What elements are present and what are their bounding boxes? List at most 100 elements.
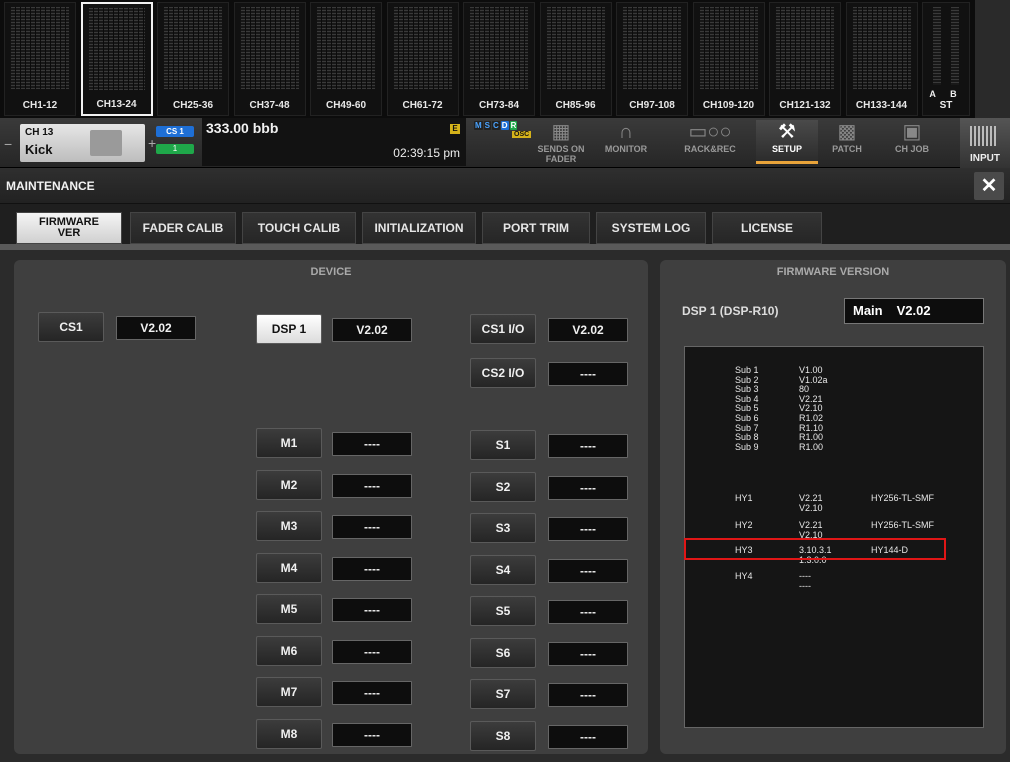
bank-label: CH85-96 [555, 100, 596, 111]
input-button[interactable]: INPUT [960, 118, 1010, 168]
sub-name: Sub 2 [735, 374, 759, 385]
monitor-button[interactable]: ∩ MONITOR [596, 120, 656, 164]
channel-bank-strip: CH1-12 CH13-24 CH25-36 CH37-48 CH49-60 CH61-7… [0, 0, 1010, 118]
user-badge: 1 [156, 144, 194, 154]
bank-ch37-48[interactable]: CH37-48 [233, 2, 306, 116]
scene-display[interactable]: 333.00 bbb E 02:39:15 pm [202, 118, 466, 166]
bank-ch73-84[interactable]: CH73-84 [463, 2, 535, 116]
sub-name: Sub 5 [735, 403, 759, 414]
tab-label: TOUCH CALIB [257, 221, 341, 235]
sub-version: 80 [799, 384, 810, 395]
m1-button[interactable]: M1 [256, 428, 322, 458]
tab-fader-calib[interactable]: FADER CALIB [130, 212, 236, 244]
bank-label: CH109-120 [702, 100, 755, 111]
sub-name: Sub 3 [735, 384, 759, 395]
ch-job-label: CH JOB [894, 144, 929, 154]
hy-version-1: V2.21 [799, 520, 823, 530]
rack-rec-label: RACK&REC [684, 144, 736, 154]
m7-button[interactable]: M7 [256, 677, 322, 707]
bank-meters [699, 7, 758, 89]
device-header: DEVICE [310, 266, 352, 278]
bank-meters [546, 7, 605, 89]
cs1-io-button[interactable]: CS1 I/O [470, 314, 536, 344]
status-indicators: MSCDR [474, 121, 518, 130]
selected-channel[interactable]: CH 13 Kick [20, 124, 145, 162]
channel-name: Kick [25, 142, 53, 157]
sends-on-fader-button[interactable]: ▦ SENDS ON FADER [536, 120, 586, 164]
m5-button[interactable]: M5 [256, 594, 322, 624]
bank-meters [164, 7, 222, 89]
cs2-io-button[interactable]: CS2 I/O [470, 358, 536, 388]
channel-next-icon[interactable]: + [148, 135, 156, 151]
close-button[interactable]: ✕ [974, 172, 1004, 200]
sub-name: Sub 7 [735, 422, 759, 433]
m2-button[interactable]: M2 [256, 469, 322, 500]
scene-name: 333.00 bbb [206, 120, 279, 136]
s2-button[interactable]: S2 [470, 471, 536, 502]
tab-initialization[interactable]: INITIALIZATION [362, 212, 476, 244]
s3-version: ---- [548, 517, 628, 541]
cs1-button[interactable]: CS1 [38, 312, 104, 342]
firmware-device-title: DSP 1 (DSP-R10) [682, 304, 779, 318]
s7-button[interactable]: S7 [470, 679, 536, 709]
s6-button[interactable]: S6 [470, 637, 536, 668]
setup-button[interactable]: ⚒ SETUP [756, 120, 818, 164]
bank-label: CH13-24 [96, 99, 137, 110]
s4-button[interactable]: S4 [470, 554, 536, 585]
tab-label: SYSTEM LOG [611, 221, 691, 235]
sub-version: R1.00 [799, 441, 824, 452]
tab-touch-calib[interactable]: TOUCH CALIB [242, 212, 356, 244]
s8-button[interactable]: S8 [470, 720, 536, 751]
status-c: C [492, 121, 500, 130]
s1-button[interactable]: S1 [470, 430, 536, 460]
status-m: M [474, 121, 483, 130]
tab-label: FIRMWARE VER [39, 216, 99, 239]
tab-port-trim[interactable]: PORT TRIM [482, 212, 590, 244]
bank-ch133-144[interactable]: CH133-144 [845, 2, 918, 116]
sends-on-fader-label: SENDS ON FADER [537, 144, 585, 164]
m6-button[interactable]: M6 [256, 635, 322, 666]
patch-button[interactable]: ▩ PATCH [822, 120, 872, 164]
m3-button[interactable]: M3 [256, 511, 322, 541]
bank-label: CH61-72 [402, 100, 443, 111]
bank-ch121-132[interactable]: CH121-132 [769, 2, 841, 116]
bank-ch109-120[interactable]: CH109-120 [692, 2, 765, 116]
channel-prev-icon[interactable]: − [4, 136, 12, 152]
bank-ch13-24[interactable]: CH13-24 [80, 2, 153, 116]
m1-version: ---- [332, 432, 412, 456]
tab-firmware-ver[interactable]: FIRMWARE VER [16, 212, 122, 244]
input-label: INPUT [970, 153, 1000, 164]
ch-job-button[interactable]: ▣ CH JOB [878, 120, 946, 164]
bank-meters [852, 7, 911, 89]
dsp1-button[interactable]: DSP 1 [256, 314, 322, 344]
clock: 02:39:15 pm [393, 146, 460, 160]
rack-rec-button[interactable]: ▭○○ RACK&REC [680, 120, 740, 164]
sub-version: V1.00 [799, 365, 823, 375]
setup-label: SETUP [771, 144, 802, 154]
bank-ch25-36[interactable]: CH25-36 [157, 2, 229, 116]
bank-ch97-108[interactable]: CH97-108 [616, 2, 688, 116]
s5-button[interactable]: S5 [470, 596, 536, 626]
s3-button[interactable]: S3 [470, 513, 536, 543]
hy-version-2: ---- [799, 581, 811, 591]
firmware-detail-list: Sub 1 V1.00 Sub 2 V1.02a Sub 3 80 Sub 4 V2.21 Su… [684, 346, 984, 728]
m4-button[interactable]: M4 [256, 552, 322, 583]
tab-license[interactable]: LICENSE [712, 212, 822, 244]
bank-ch1-12[interactable]: CH1-12 [4, 2, 76, 116]
device-panel: DEVICE CS1 V2.02 DSP 1 V2.02 CS1 I/O V2.… [14, 260, 648, 754]
patch-icon: ▩ [837, 121, 857, 143]
s7-version: ---- [548, 683, 628, 707]
bank-meters [470, 7, 528, 89]
s1-version: ---- [548, 434, 628, 458]
headphones-icon: ∩ [618, 121, 634, 143]
bank-ch61-72[interactable]: CH61-72 [386, 2, 459, 116]
window-title: MAINTENANCE [6, 179, 95, 193]
bank-meters [623, 7, 681, 89]
bank-ch85-96[interactable]: CH85-96 [539, 2, 612, 116]
m8-button[interactable]: M8 [256, 718, 322, 749]
bank-ch49-60[interactable]: CH49-60 [310, 2, 382, 116]
tab-system-log[interactable]: SYSTEM LOG [596, 212, 706, 244]
channel-icon [90, 130, 122, 156]
bank-ab-st[interactable]: A B ST [922, 2, 970, 116]
sub-version: V2.10 [799, 403, 823, 414]
